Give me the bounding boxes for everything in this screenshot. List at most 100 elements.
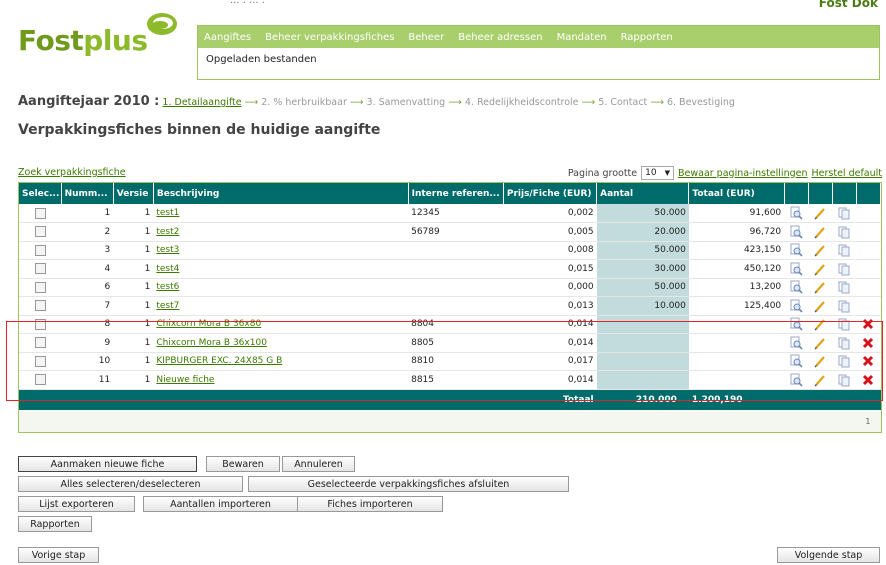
menu-item-rapporten[interactable]: Rapporten	[621, 32, 673, 43]
col-header-beschrijving[interactable]: Beschrijving	[153, 183, 409, 204]
cancel-button[interactable]: Annuleren	[282, 456, 355, 472]
new-fiche-button[interactable]: Aanmaken nieuwe fiche	[18, 456, 197, 472]
fiche-description-link[interactable]: test3	[156, 245, 179, 255]
cell-aantal[interactable]: 50.000	[596, 204, 689, 223]
cell-aantal[interactable]: 30.000	[596, 259, 689, 279]
select-all-button[interactable]: Alles selecteren/deselecteren	[18, 476, 243, 492]
cell-aantal[interactable]	[596, 315, 689, 334]
col-header-prijs[interactable]: Prijs/Fiche (EUR)	[503, 183, 598, 204]
delete-icon[interactable]	[861, 336, 875, 350]
copy-icon[interactable]	[837, 243, 851, 257]
menu-item-beheer-verpakkingsfiches[interactable]: Beheer verpakkingsfiches	[265, 32, 394, 43]
cell-aantal[interactable]	[596, 370, 689, 390]
fiche-description-link[interactable]: KIPBURGER EXC. 24X85 G B	[156, 356, 282, 366]
cell-interne-ref: 12345	[408, 204, 504, 223]
col-header-nummer[interactable]: Numm...	[61, 183, 114, 204]
submenu-opgeladen-bestanden[interactable]: Opgeladen bestanden	[198, 48, 879, 71]
row-checkbox[interactable]	[34, 300, 46, 312]
cell-interne-ref: 8804	[408, 315, 504, 334]
row-checkbox[interactable]	[34, 226, 46, 238]
edit-pencil-icon[interactable]	[813, 354, 827, 368]
view-icon[interactable]	[789, 280, 803, 294]
menu-item-mandaten[interactable]: Mandaten	[557, 32, 607, 43]
copy-icon[interactable]	[837, 262, 851, 276]
menu-item-aangiftes[interactable]: Aangiftes	[204, 32, 251, 43]
edit-pencil-icon[interactable]	[813, 373, 827, 387]
copy-icon[interactable]	[837, 336, 851, 350]
cell-nummer: 10	[61, 352, 114, 371]
fiche-description-link[interactable]: test1	[156, 208, 179, 218]
row-checkbox[interactable]	[34, 207, 46, 219]
row-checkbox[interactable]	[34, 244, 46, 256]
col-header-interne-ref[interactable]: Interne referen...	[408, 183, 504, 204]
view-icon[interactable]	[789, 299, 803, 313]
edit-pencil-icon[interactable]	[813, 280, 827, 294]
row-checkbox[interactable]	[34, 337, 46, 349]
row-checkbox[interactable]	[34, 281, 46, 293]
reports-button[interactable]: Rapporten	[18, 516, 92, 532]
delete-icon[interactable]	[861, 317, 875, 331]
copy-icon[interactable]	[837, 299, 851, 313]
view-icon[interactable]	[789, 243, 803, 257]
copy-icon[interactable]	[837, 354, 851, 368]
copy-icon[interactable]	[837, 373, 851, 387]
import-fiches-button[interactable]: Fiches importeren	[297, 496, 443, 512]
view-icon[interactable]	[789, 354, 803, 368]
edit-pencil-icon[interactable]	[813, 299, 827, 313]
col-header-aantal[interactable]: Aantal	[596, 183, 690, 204]
fiche-description-link[interactable]: Chixcorn Mora B 36x80	[156, 319, 261, 329]
row-checkbox[interactable]	[34, 263, 46, 275]
fiche-description-link[interactable]: test7	[156, 301, 179, 311]
copy-icon[interactable]	[837, 280, 851, 294]
next-step-button[interactable]: Volgende stap	[777, 547, 880, 563]
step-1[interactable]: 1. Detailaangifte	[162, 97, 241, 108]
fiche-description-link[interactable]: Nieuwe fiche	[156, 375, 214, 385]
delete-icon[interactable]	[861, 373, 875, 387]
cell-aantal[interactable]: 20.000	[596, 222, 689, 242]
edit-pencil-icon[interactable]	[813, 317, 827, 331]
pager-page-1[interactable]: 1	[865, 417, 870, 426]
save-page-settings-link[interactable]: Bewaar pagina-instellingen	[678, 168, 808, 179]
fiche-description-link[interactable]: Chixcorn Mora B 36x100	[156, 338, 267, 348]
copy-icon[interactable]	[837, 225, 851, 239]
fiche-description-link[interactable]: test6	[156, 282, 179, 292]
menu-item-beheer[interactable]: Beheer	[408, 32, 444, 43]
delete-icon[interactable]	[861, 354, 875, 368]
export-list-button[interactable]: Lijst exporteren	[18, 496, 135, 512]
import-quantities-button[interactable]: Aantallen importeren	[143, 496, 298, 512]
cell-aantal[interactable]: 50.000	[596, 278, 689, 297]
fostplus-logo[interactable]: Fostplus	[18, 10, 186, 62]
cell-aantal[interactable]: 10.000	[596, 296, 689, 316]
edit-pencil-icon[interactable]	[813, 206, 827, 220]
cell-aantal[interactable]: 50.000	[596, 241, 689, 260]
close-selected-fiches-button[interactable]: Geselecteerde verpakkingsfiches afsluite…	[248, 476, 569, 492]
view-icon[interactable]	[789, 225, 803, 239]
cell-aantal[interactable]	[596, 352, 689, 371]
view-icon[interactable]	[789, 206, 803, 220]
save-button[interactable]: Bewaren	[206, 456, 280, 472]
search-fiche-link[interactable]: Zoek verpakkingsfiche	[18, 167, 126, 178]
view-icon[interactable]	[789, 262, 803, 276]
previous-step-button[interactable]: Vorige stap	[18, 547, 99, 563]
view-icon[interactable]	[789, 317, 803, 331]
fiche-description-link[interactable]: test4	[156, 264, 179, 274]
copy-icon[interactable]	[837, 206, 851, 220]
row-checkbox[interactable]	[34, 374, 46, 386]
menu-item-beheer-adressen[interactable]: Beheer adressen	[458, 32, 542, 43]
reset-default-link[interactable]: Herstel default	[812, 168, 883, 179]
col-header-versie[interactable]: Versie	[113, 183, 154, 204]
view-icon[interactable]	[789, 373, 803, 387]
view-icon[interactable]	[789, 336, 803, 350]
edit-pencil-icon[interactable]	[813, 225, 827, 239]
cell-aantal[interactable]	[596, 333, 689, 353]
page-size-select[interactable]: 10 ▼	[641, 166, 674, 180]
col-header-select[interactable]: Selec...	[19, 183, 62, 204]
col-header-totaal[interactable]: Totaal (EUR)	[688, 183, 785, 204]
fiche-description-link[interactable]: test2	[156, 227, 179, 237]
row-checkbox[interactable]	[34, 318, 46, 330]
edit-pencil-icon[interactable]	[813, 336, 827, 350]
edit-pencil-icon[interactable]	[813, 243, 827, 257]
copy-icon[interactable]	[837, 317, 851, 331]
row-checkbox[interactable]	[34, 355, 46, 367]
edit-pencil-icon[interactable]	[813, 262, 827, 276]
